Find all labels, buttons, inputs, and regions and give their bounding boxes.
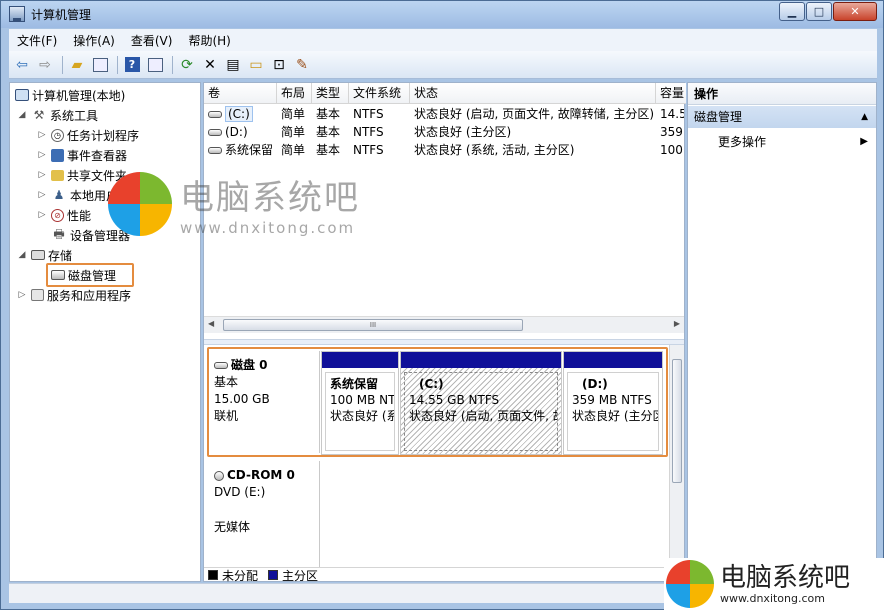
- cdrom-icon: [214, 470, 224, 481]
- primary-swatch: [268, 570, 279, 580]
- table-row[interactable]: (D:) 简单 基本 NTFS 状态良好 (主分区) 359: [204, 123, 686, 141]
- more-actions[interactable]: 更多操作 ▶: [718, 132, 868, 152]
- actions-section-disk-management[interactable]: 磁盘管理 ▲: [688, 106, 876, 128]
- legend: 未分配 主分区: [204, 567, 684, 583]
- scroll-thumb[interactable]: III: [223, 319, 523, 331]
- tree-system-tools[interactable]: ◢ ⚒ 系统工具: [16, 105, 98, 125]
- shared-folder-icon: [51, 169, 64, 181]
- unallocated-swatch: [208, 570, 218, 580]
- delete-icon[interactable]: ✕: [200, 55, 220, 75]
- volume-icon: [208, 129, 222, 136]
- col-capacity[interactable]: 容量: [656, 83, 684, 104]
- expand-arrow-icon[interactable]: ◢: [16, 250, 28, 260]
- menu-help[interactable]: 帮助(H): [180, 32, 238, 49]
- tree-task-scheduler[interactable]: ▷ ◷ 任务计划程序: [36, 125, 139, 145]
- menu-action[interactable]: 操作(A): [65, 32, 123, 49]
- collapse-arrow-icon[interactable]: ▷: [36, 150, 48, 160]
- tree-local-users[interactable]: ▷ ♟ 本地用户和组: [36, 185, 142, 205]
- event-viewer-icon: [51, 148, 64, 162]
- up-folder-icon[interactable]: ▰: [67, 55, 87, 75]
- services-icon: [31, 289, 44, 301]
- refresh-icon[interactable]: ⟳: [177, 55, 197, 75]
- search-drive-icon[interactable]: ⊡: [269, 55, 289, 75]
- show-hide-tree-icon[interactable]: [90, 55, 110, 75]
- collapse-arrow-icon[interactable]: ▷: [36, 190, 48, 200]
- actions-pane: 操作 磁盘管理 ▲ 更多操作 ▶: [687, 82, 877, 582]
- device-manager-icon: 🖶: [53, 226, 65, 241]
- close-button[interactable]: ✕: [833, 2, 877, 21]
- scroll-left-icon[interactable]: ◀: [208, 319, 214, 328]
- computer-icon: [15, 89, 29, 101]
- navigation-tree: 计算机管理(本地) ◢ ⚒ 系统工具 ▷ ◷ 任务计划程序 ▷ 事件查看器 ▷ …: [9, 82, 201, 582]
- help-icon[interactable]: ?: [122, 55, 142, 75]
- submenu-arrow-icon: ▶: [860, 136, 868, 147]
- cdrom0-area: [322, 461, 668, 571]
- computer-management-icon: [9, 6, 25, 22]
- forward-arrow-icon[interactable]: ⇨: [35, 55, 55, 75]
- cdrom0-label[interactable]: CD-ROM 0 DVD (E:) 无媒体: [206, 461, 320, 567]
- menu-file[interactable]: 文件(F): [9, 32, 65, 49]
- open-folder-icon[interactable]: ▭: [246, 55, 266, 75]
- vertical-scrollbar[interactable]: [669, 345, 684, 565]
- tree-services-apps[interactable]: ▷ 服务和应用程序: [16, 285, 131, 305]
- scroll-thumb[interactable]: [672, 359, 682, 483]
- maximize-button[interactable]: □: [806, 2, 832, 21]
- tree-device-manager[interactable]: 🖶 设备管理器: [48, 225, 130, 245]
- col-filesystem[interactable]: 文件系统: [349, 83, 410, 104]
- collapse-arrow-icon[interactable]: ▷: [16, 290, 28, 300]
- performance-icon: ⊘: [51, 208, 64, 222]
- col-status[interactable]: 状态: [410, 83, 656, 104]
- actions-header: 操作: [688, 83, 876, 105]
- collapse-arrow-icon[interactable]: ▷: [36, 170, 48, 180]
- toolbar: ⇦ ⇨ ▰ ? ⟳ ✕ ▤ ▭ ⊡ ✎: [9, 51, 877, 79]
- disk-management-pane: 卷 布局 类型 文件系统 状态 容量 (C:) 简单 基本 NTFS 状态良好 …: [203, 82, 686, 583]
- storage-icon: [31, 250, 45, 260]
- table-row[interactable]: 系统保留 简单 基本 NTFS 状态良好 (系统, 活动, 主分区) 100: [204, 141, 686, 159]
- back-arrow-icon[interactable]: ⇦: [12, 55, 32, 75]
- horizontal-scrollbar[interactable]: ◀ III ▶: [204, 316, 684, 333]
- tree-event-viewer[interactable]: ▷ 事件查看器: [36, 145, 127, 165]
- title-bar: 计算机管理 ▁ □ ✕: [1, 1, 883, 28]
- volume-icon: [208, 111, 222, 118]
- collapse-arrow-icon[interactable]: ▷: [36, 130, 48, 140]
- tree-root[interactable]: 计算机管理(本地): [12, 85, 125, 105]
- scroll-right-icon[interactable]: ▶: [674, 319, 680, 328]
- edit-icon[interactable]: ✎: [292, 55, 312, 75]
- table-row[interactable]: (C:) 简单 基本 NTFS 状态良好 (启动, 页面文件, 故障转储, 主分…: [204, 105, 686, 123]
- volume-table-header: 卷 布局 类型 文件系统 状态 容量: [204, 83, 686, 104]
- collapse-arrow-icon[interactable]: ▷: [36, 210, 48, 220]
- properties-icon[interactable]: ▤: [223, 55, 243, 75]
- show-action-pane-icon[interactable]: [145, 55, 165, 75]
- status-bar: [9, 583, 877, 603]
- menu-bar: 文件(F) 操作(A) 查看(V) 帮助(H): [9, 29, 877, 51]
- collapse-up-icon[interactable]: ▲: [861, 106, 868, 128]
- expand-arrow-icon[interactable]: ◢: [16, 110, 28, 120]
- minimize-button[interactable]: ▁: [779, 2, 805, 21]
- computer-management-window: 计算机管理 ▁ □ ✕ 文件(F) 操作(A) 查看(V) 帮助(H) ⇦ ⇨ …: [0, 0, 884, 610]
- clock-icon: ◷: [51, 128, 64, 142]
- disk0-highlight: [207, 347, 668, 457]
- users-icon: ♟: [53, 188, 65, 202]
- menu-view[interactable]: 查看(V): [123, 32, 181, 49]
- col-layout[interactable]: 布局: [277, 83, 312, 104]
- tools-icon: ⚒: [33, 108, 45, 122]
- tree-shared-folders[interactable]: ▷ 共享文件夹: [36, 165, 127, 185]
- tree-performance[interactable]: ▷ ⊘ 性能: [36, 205, 91, 225]
- col-volume[interactable]: 卷: [204, 83, 277, 104]
- volume-icon: [208, 147, 222, 154]
- window-title: 计算机管理: [31, 8, 92, 22]
- col-type[interactable]: 类型: [312, 83, 349, 104]
- tree-storage[interactable]: ◢ 存储: [16, 245, 72, 265]
- disk-management-highlight: [46, 263, 134, 287]
